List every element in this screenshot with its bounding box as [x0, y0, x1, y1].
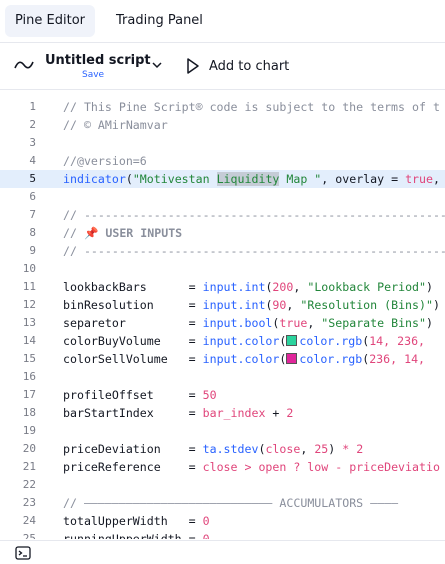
code-line: 18 barStartIndex = bar_index + 2	[0, 404, 445, 422]
line-number: 7	[29, 208, 36, 221]
code-text: binResolution = input.int(90, "Resolutio…	[63, 298, 440, 312]
line-number: 4	[29, 154, 36, 167]
color-swatch-sell[interactable]	[286, 353, 298, 364]
code-line: 3	[0, 134, 445, 152]
code-line: 23 // ——————————————————————————— ACCUMUL…	[0, 494, 445, 512]
chevron-down-icon[interactable]	[151, 61, 163, 69]
line-number: 9	[29, 244, 36, 257]
line-number: 1	[29, 100, 36, 113]
tab-bar: Pine Editor Trading Panel	[0, 0, 445, 42]
code-text: // This Pine Script® code is subject to …	[63, 100, 440, 114]
line-number: 13	[22, 316, 36, 329]
code-line: 25 runningUpperWidth = 0	[0, 530, 445, 539]
line-number: 20	[22, 442, 36, 455]
code-editor[interactable]: 1 // This Pine Script® code is subject to…	[0, 98, 445, 539]
add-to-chart-button[interactable]: Add to chart	[209, 59, 289, 74]
save-link[interactable]: Save	[82, 70, 104, 80]
code-text: profileOffset = 50	[63, 388, 217, 402]
code-text: // -------------------------------------…	[63, 244, 445, 258]
line-number: 17	[22, 388, 36, 401]
code-line: 8 // 📌 USER INPUTS	[0, 224, 445, 242]
line-number: 2	[29, 118, 36, 131]
code-text: colorSellVolume = input.color(color.rgb(…	[63, 352, 433, 366]
pin-icon: 📌	[83, 226, 99, 240]
wave-icon[interactable]	[14, 59, 34, 71]
code-text: priceDeviation = ta.stdev(close, 25) * 2	[63, 442, 364, 456]
code-text: lookbackBars = input.int(200, "Lookback …	[63, 280, 433, 294]
code-text: totalUpperWidth = 0	[63, 514, 210, 528]
line-number: 18	[22, 406, 36, 419]
code-line: 14 colorBuyVolume = input.color(color.rgb…	[0, 332, 445, 350]
code-line: 16	[0, 368, 445, 386]
terminal-icon[interactable]	[15, 546, 31, 560]
line-number: 15	[22, 352, 36, 365]
code-line: 6	[0, 188, 445, 206]
code-line: 20 priceDeviation = ta.stdev(close, 25) *…	[0, 440, 445, 458]
code-line-current: 5 indicator("Motivestan Liquidity Map ", …	[0, 170, 445, 188]
code-line: 21 priceReference = close > open ? low - …	[0, 458, 445, 476]
line-number: 8	[29, 226, 36, 239]
code-text: //@version=6	[63, 154, 147, 168]
code-text: priceReference = close > open ? low - pr…	[63, 460, 440, 474]
code-text: // ——————————————————————————— ACCUMULAT…	[63, 496, 399, 510]
code-text: barStartIndex = bar_index + 2	[63, 406, 294, 420]
line-number: 24	[22, 514, 36, 527]
code-line: 24 totalUpperWidth = 0	[0, 512, 445, 530]
code-text: indicator("Motivestan Liquidity Map ", o…	[63, 172, 440, 186]
code-line: 13 separetor = input.bool(true, "Separate…	[0, 314, 445, 332]
editor-toolbar: Untitled script Save Add to chart	[0, 42, 445, 90]
line-number: 3	[29, 136, 36, 149]
code-line: 7 // ------------------------------------…	[0, 206, 445, 224]
code-text: // © AMirNamvar	[63, 118, 168, 132]
line-number: 10	[22, 262, 36, 275]
line-number: 22	[22, 478, 36, 491]
code-line: 10	[0, 260, 445, 278]
code-line: 1 // This Pine Script® code is subject to…	[0, 98, 445, 116]
code-text: colorBuyVolume = input.color(color.rgb(1…	[63, 334, 433, 348]
code-line: 2 // © AMirNamvar	[0, 116, 445, 134]
code-line: 12 binResolution = input.int(90, "Resolut…	[0, 296, 445, 314]
line-number: 25	[22, 532, 36, 539]
code-line: 9 // ------------------------------------…	[0, 242, 445, 260]
editor-footer	[0, 540, 445, 564]
code-text: separetor = input.bool(true, "Separate B…	[63, 316, 433, 330]
script-title[interactable]: Untitled script	[45, 53, 151, 68]
color-swatch-buy[interactable]	[286, 335, 298, 346]
line-number: 11	[22, 280, 36, 293]
line-number: 5	[29, 172, 36, 185]
code-text: // 📌 USER INPUTS	[63, 226, 183, 240]
line-number: 12	[22, 298, 36, 311]
line-number: 21	[22, 460, 36, 473]
code-line: 19	[0, 422, 445, 440]
line-number: 19	[22, 424, 36, 437]
code-line: 17 profileOffset = 50	[0, 386, 445, 404]
line-number: 6	[29, 190, 36, 203]
code-line: 4 //@version=6	[0, 152, 445, 170]
code-line: 15 colorSellVolume = input.color(color.rg…	[0, 350, 445, 368]
tab-trading-panel[interactable]: Trading Panel	[106, 5, 213, 37]
line-number: 14	[22, 334, 36, 347]
play-icon[interactable]	[186, 57, 200, 75]
code-text: // -------------------------------------…	[63, 208, 445, 222]
code-line: 11 lookbackBars = input.int(200, "Lookbac…	[0, 278, 445, 296]
line-number: 23	[22, 496, 36, 509]
line-number: 16	[22, 370, 36, 383]
code-line: 22	[0, 476, 445, 494]
tab-pine-editor[interactable]: Pine Editor	[5, 5, 96, 37]
code-text: runningUpperWidth = 0	[63, 532, 210, 539]
